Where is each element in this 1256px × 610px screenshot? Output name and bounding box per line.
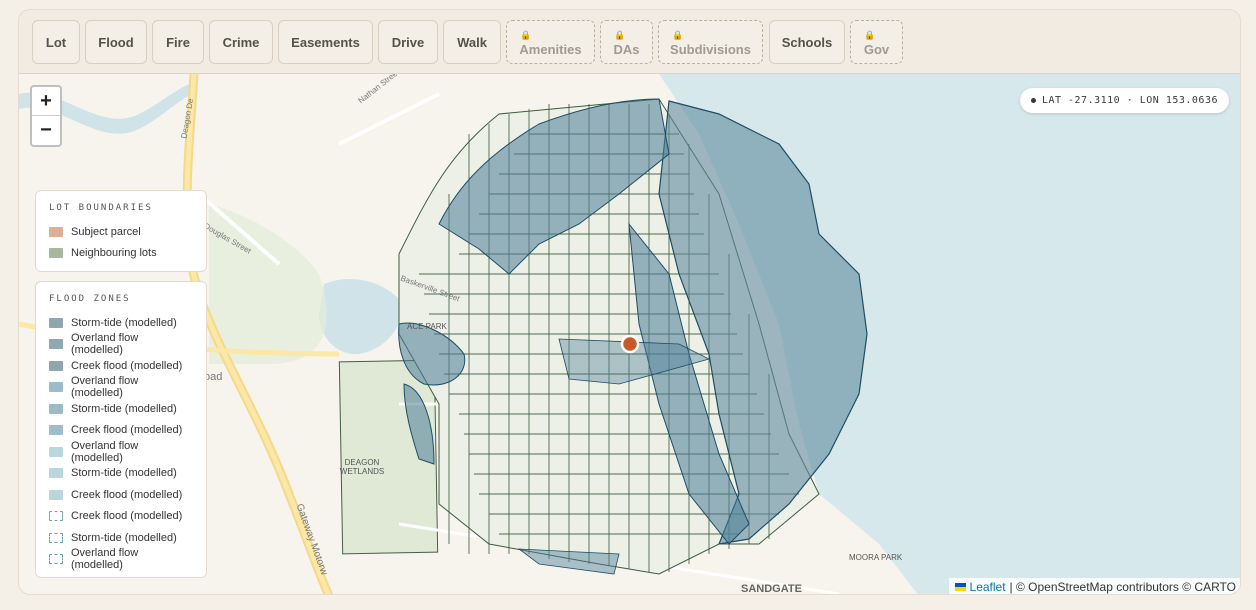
map-view[interactable]: Nathan Street Douglas Street Deagon De A…: [19, 74, 1240, 595]
legend-item: Storm-tide (modelled): [49, 527, 193, 549]
map-attribution: Leaflet | © OpenStreetMap contributors ©…: [948, 578, 1240, 594]
map-label-peace-park: ACE PARK: [407, 322, 447, 331]
legend-item: Creek flood (modelled): [49, 506, 193, 528]
tab-gov-locked[interactable]: 🔒 Gov: [850, 20, 903, 64]
tab-subdivisions-locked[interactable]: 🔒 Subdivisions: [658, 20, 763, 64]
lock-icon: 🔒: [672, 30, 684, 40]
flood-swatch: [49, 446, 63, 457]
legend-item: Storm-tide (modelled): [49, 463, 193, 485]
subject-parcel-marker: [620, 334, 640, 354]
tab-drive[interactable]: Drive: [378, 20, 438, 64]
map-label-deagon-wetlands: DEAGON WETLANDS: [339, 458, 385, 476]
legend-lot-boundaries: LOT BOUNDARIES Subject parcel Neighbouri…: [35, 190, 207, 272]
tab-schools[interactable]: Schools: [769, 20, 845, 64]
legend-item: Neighbouring lots: [49, 243, 193, 265]
flood-swatch: [49, 489, 63, 500]
lock-icon: 🔒: [520, 30, 532, 40]
legend-item: Storm-tide (modelled): [49, 312, 193, 334]
legend-item: Creek flood (modelled): [49, 355, 193, 377]
zoom-control: + −: [30, 85, 62, 147]
legend-item: Creek flood (modelled): [49, 484, 193, 506]
ukraine-flag-icon: [954, 583, 966, 591]
flood-swatch: [49, 511, 63, 522]
app-frame: Lot Flood Fire Crime Easements Drive Wal…: [18, 9, 1241, 595]
leaflet-link[interactable]: Leaflet: [970, 580, 1006, 594]
legend-item: Subject parcel: [49, 221, 193, 243]
tab-crime[interactable]: Crime: [209, 20, 273, 64]
legend-item: Storm-tide (modelled): [49, 398, 193, 420]
legend-item: Overland flow (modelled): [49, 547, 193, 571]
tab-amenities-locked[interactable]: 🔒 Amenities: [506, 20, 595, 64]
flood-swatch: [49, 403, 63, 414]
map-label-sandgate: SANDGATE: [741, 583, 802, 595]
legend-item: Creek flood (modelled): [49, 420, 193, 442]
flood-swatch: [49, 360, 63, 371]
legend-item: Overland flow (modelled): [49, 332, 193, 356]
tab-flood[interactable]: Flood: [85, 20, 147, 64]
lock-icon: 🔒: [864, 30, 876, 40]
location-dot-icon: [1030, 98, 1036, 103]
swatch-subject-parcel: [49, 226, 63, 237]
tab-easements[interactable]: Easements: [278, 20, 373, 64]
tab-lot[interactable]: Lot: [32, 20, 80, 64]
legend-flood-zones: FLOOD ZONES Storm-tide (modelled) Overlan…: [35, 281, 207, 578]
lock-icon: 🔒: [614, 30, 626, 40]
legend-item: Overland flow (modelled): [49, 440, 193, 464]
tab-walk[interactable]: Walk: [443, 20, 501, 64]
zoom-in-button[interactable]: +: [32, 87, 60, 116]
coordinate-readout: LAT -27.3110 · LON 153.0636: [1019, 88, 1229, 113]
tab-fire[interactable]: Fire: [152, 20, 204, 64]
flood-swatch: [49, 339, 63, 350]
flood-swatch: [49, 425, 63, 436]
flood-swatch: [49, 317, 63, 328]
map-label-moora-park: MOORA PARK: [849, 553, 903, 562]
zoom-out-button[interactable]: −: [32, 116, 60, 145]
tab-das-locked[interactable]: 🔒 DAs: [600, 20, 653, 64]
flood-swatch: [49, 382, 63, 393]
layer-toolbar: Lot Flood Fire Crime Easements Drive Wal…: [19, 10, 1240, 74]
legend-title: LOT BOUNDARIES: [49, 203, 153, 213]
legend-item: Overland flow (modelled): [49, 375, 193, 399]
flood-swatch: [49, 554, 63, 565]
flood-swatch: [49, 532, 63, 543]
legend-title: FLOOD ZONES: [49, 294, 131, 304]
flood-swatch: [49, 468, 63, 479]
swatch-neighbouring-lots: [49, 248, 63, 259]
